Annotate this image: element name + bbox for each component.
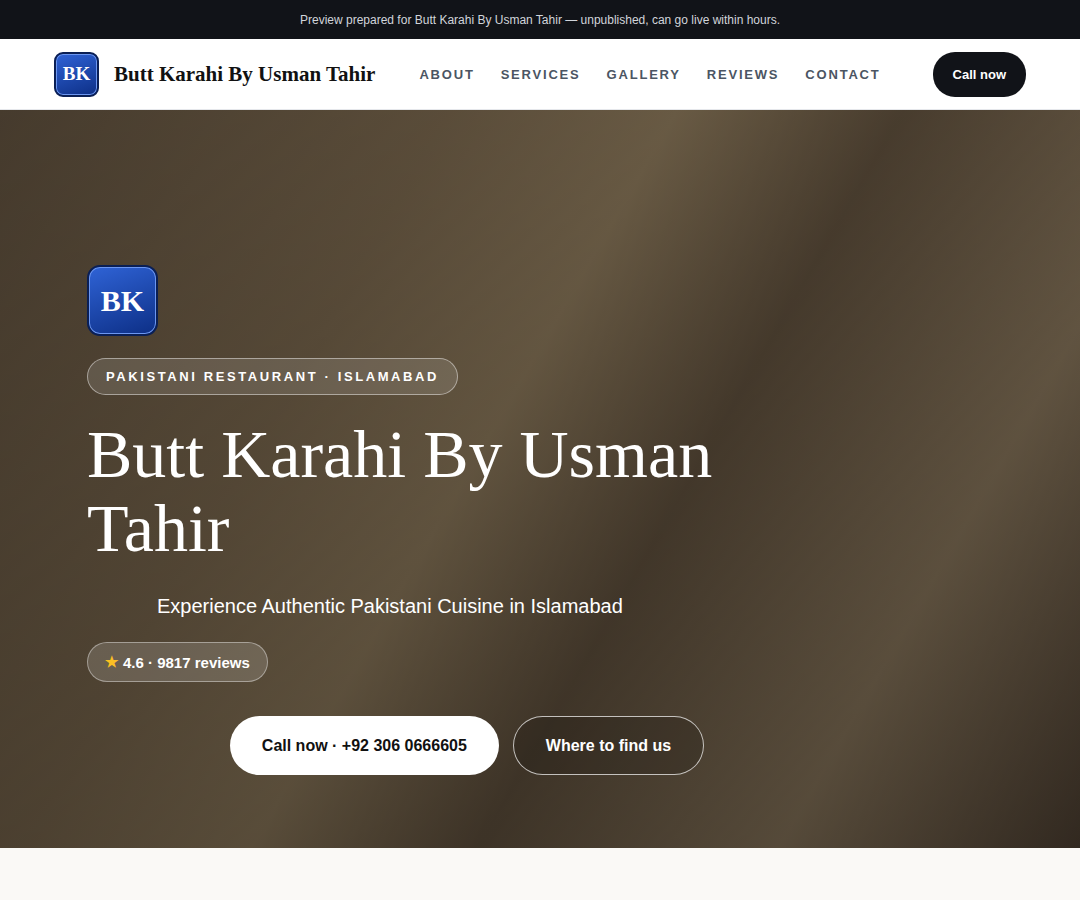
star-icon: ★	[105, 653, 118, 671]
rating-badge: ★ 4.6 · 9817 reviews	[87, 642, 268, 682]
nav-link[interactable]: CONTACT	[805, 67, 880, 82]
preview-banner: Preview prepared for Butt Karahi By Usma…	[0, 0, 1080, 39]
nav-link[interactable]: REVIEWS	[707, 67, 780, 82]
directions-button[interactable]: Where to find us	[513, 716, 704, 775]
hero-title: Butt Karahi By Usman Tahir	[87, 417, 787, 565]
brand-name[interactable]: Butt Karahi By Usman Tahir	[114, 62, 375, 87]
hero-subtitle: Experience Authentic Pakistani Cuisine i…	[157, 595, 847, 618]
rating-row: ★ 4.6 · 9817 reviews	[87, 618, 847, 682]
hero-buttons: Call now · +92 306 0666605Where to find …	[87, 716, 847, 775]
hero-logo: BK	[87, 265, 158, 336]
call-button[interactable]: Call now	[933, 52, 1026, 97]
hero-section: BK PAKISTANI RESTAURANT · ISLAMABAD Butt K…	[0, 110, 1080, 848]
nav-link[interactable]: GALLERY	[607, 67, 681, 82]
call-now-button[interactable]: Call now · +92 306 0666605	[230, 716, 499, 775]
site-header: BK Butt Karahi By Usman Tahir ABOUT SERVICE…	[0, 39, 1080, 110]
category-tag: PAKISTANI RESTAURANT · ISLAMABAD	[87, 358, 458, 395]
hero-content: BK PAKISTANI RESTAURANT · ISLAMABAD Butt K…	[87, 265, 847, 775]
logo-badge[interactable]: BK	[54, 52, 99, 97]
rating-text: 4.6 · 9817 reviews	[123, 654, 250, 671]
main-nav: ABOUT SERVICES GALLERY REVIEWS CONTACT	[419, 67, 932, 82]
nav-link[interactable]: ABOUT	[419, 67, 474, 82]
nav-link[interactable]: SERVICES	[501, 67, 581, 82]
